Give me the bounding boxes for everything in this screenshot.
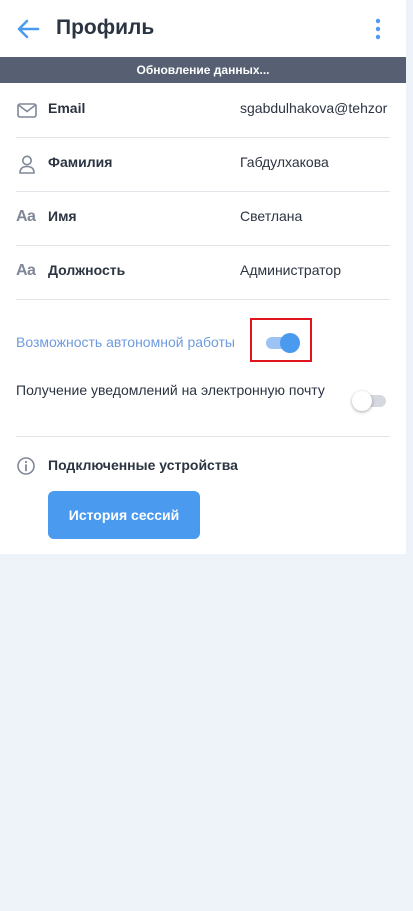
mail-icon [17, 103, 37, 118]
info-icon [17, 457, 35, 475]
text-aa-icon: Aa [16, 208, 36, 225]
profile-card: Профиль Обновление данных... Email sgabd… [0, 0, 406, 554]
highlight-box [250, 318, 312, 362]
offline-mode-label: Возможность автономной работы [16, 334, 235, 350]
field-row-surname: Фамилия Габдулхакова [16, 137, 390, 192]
field-label: Фамилия [48, 154, 113, 170]
field-value: Габдулхакова [240, 154, 329, 170]
header: Профиль [0, 0, 406, 57]
status-bar: Обновление данных... [0, 57, 406, 83]
field-label: Email [48, 100, 86, 116]
field-row-name: Aa Имя Светлана [16, 191, 390, 246]
email-notifications-label: Получение уведомлений на электронную поч… [16, 382, 325, 398]
divider [16, 436, 390, 437]
toggle-knob [352, 391, 372, 411]
connected-devices-label: Подключенные устройства [48, 457, 238, 473]
text-aa-icon: Aa [16, 262, 36, 279]
field-value: Светлана [240, 208, 303, 224]
person-icon [19, 155, 35, 174]
arrow-left-icon[interactable] [16, 18, 40, 40]
field-label: Имя [48, 208, 77, 224]
session-history-button[interactable]: История сессий [48, 491, 200, 539]
email-notifications-toggle[interactable] [352, 391, 386, 411]
field-value: sgabdulhakova@tehzor [240, 100, 388, 116]
field-row-position: Aa Должность Администратор [16, 245, 390, 300]
field-row-email: Email sgabdulhakova@tehzor [16, 83, 390, 138]
field-value: Администратор [240, 262, 342, 278]
field-label: Должность [48, 262, 126, 278]
page-title: Профиль [56, 16, 155, 39]
kebab-menu-icon[interactable] [368, 17, 388, 41]
